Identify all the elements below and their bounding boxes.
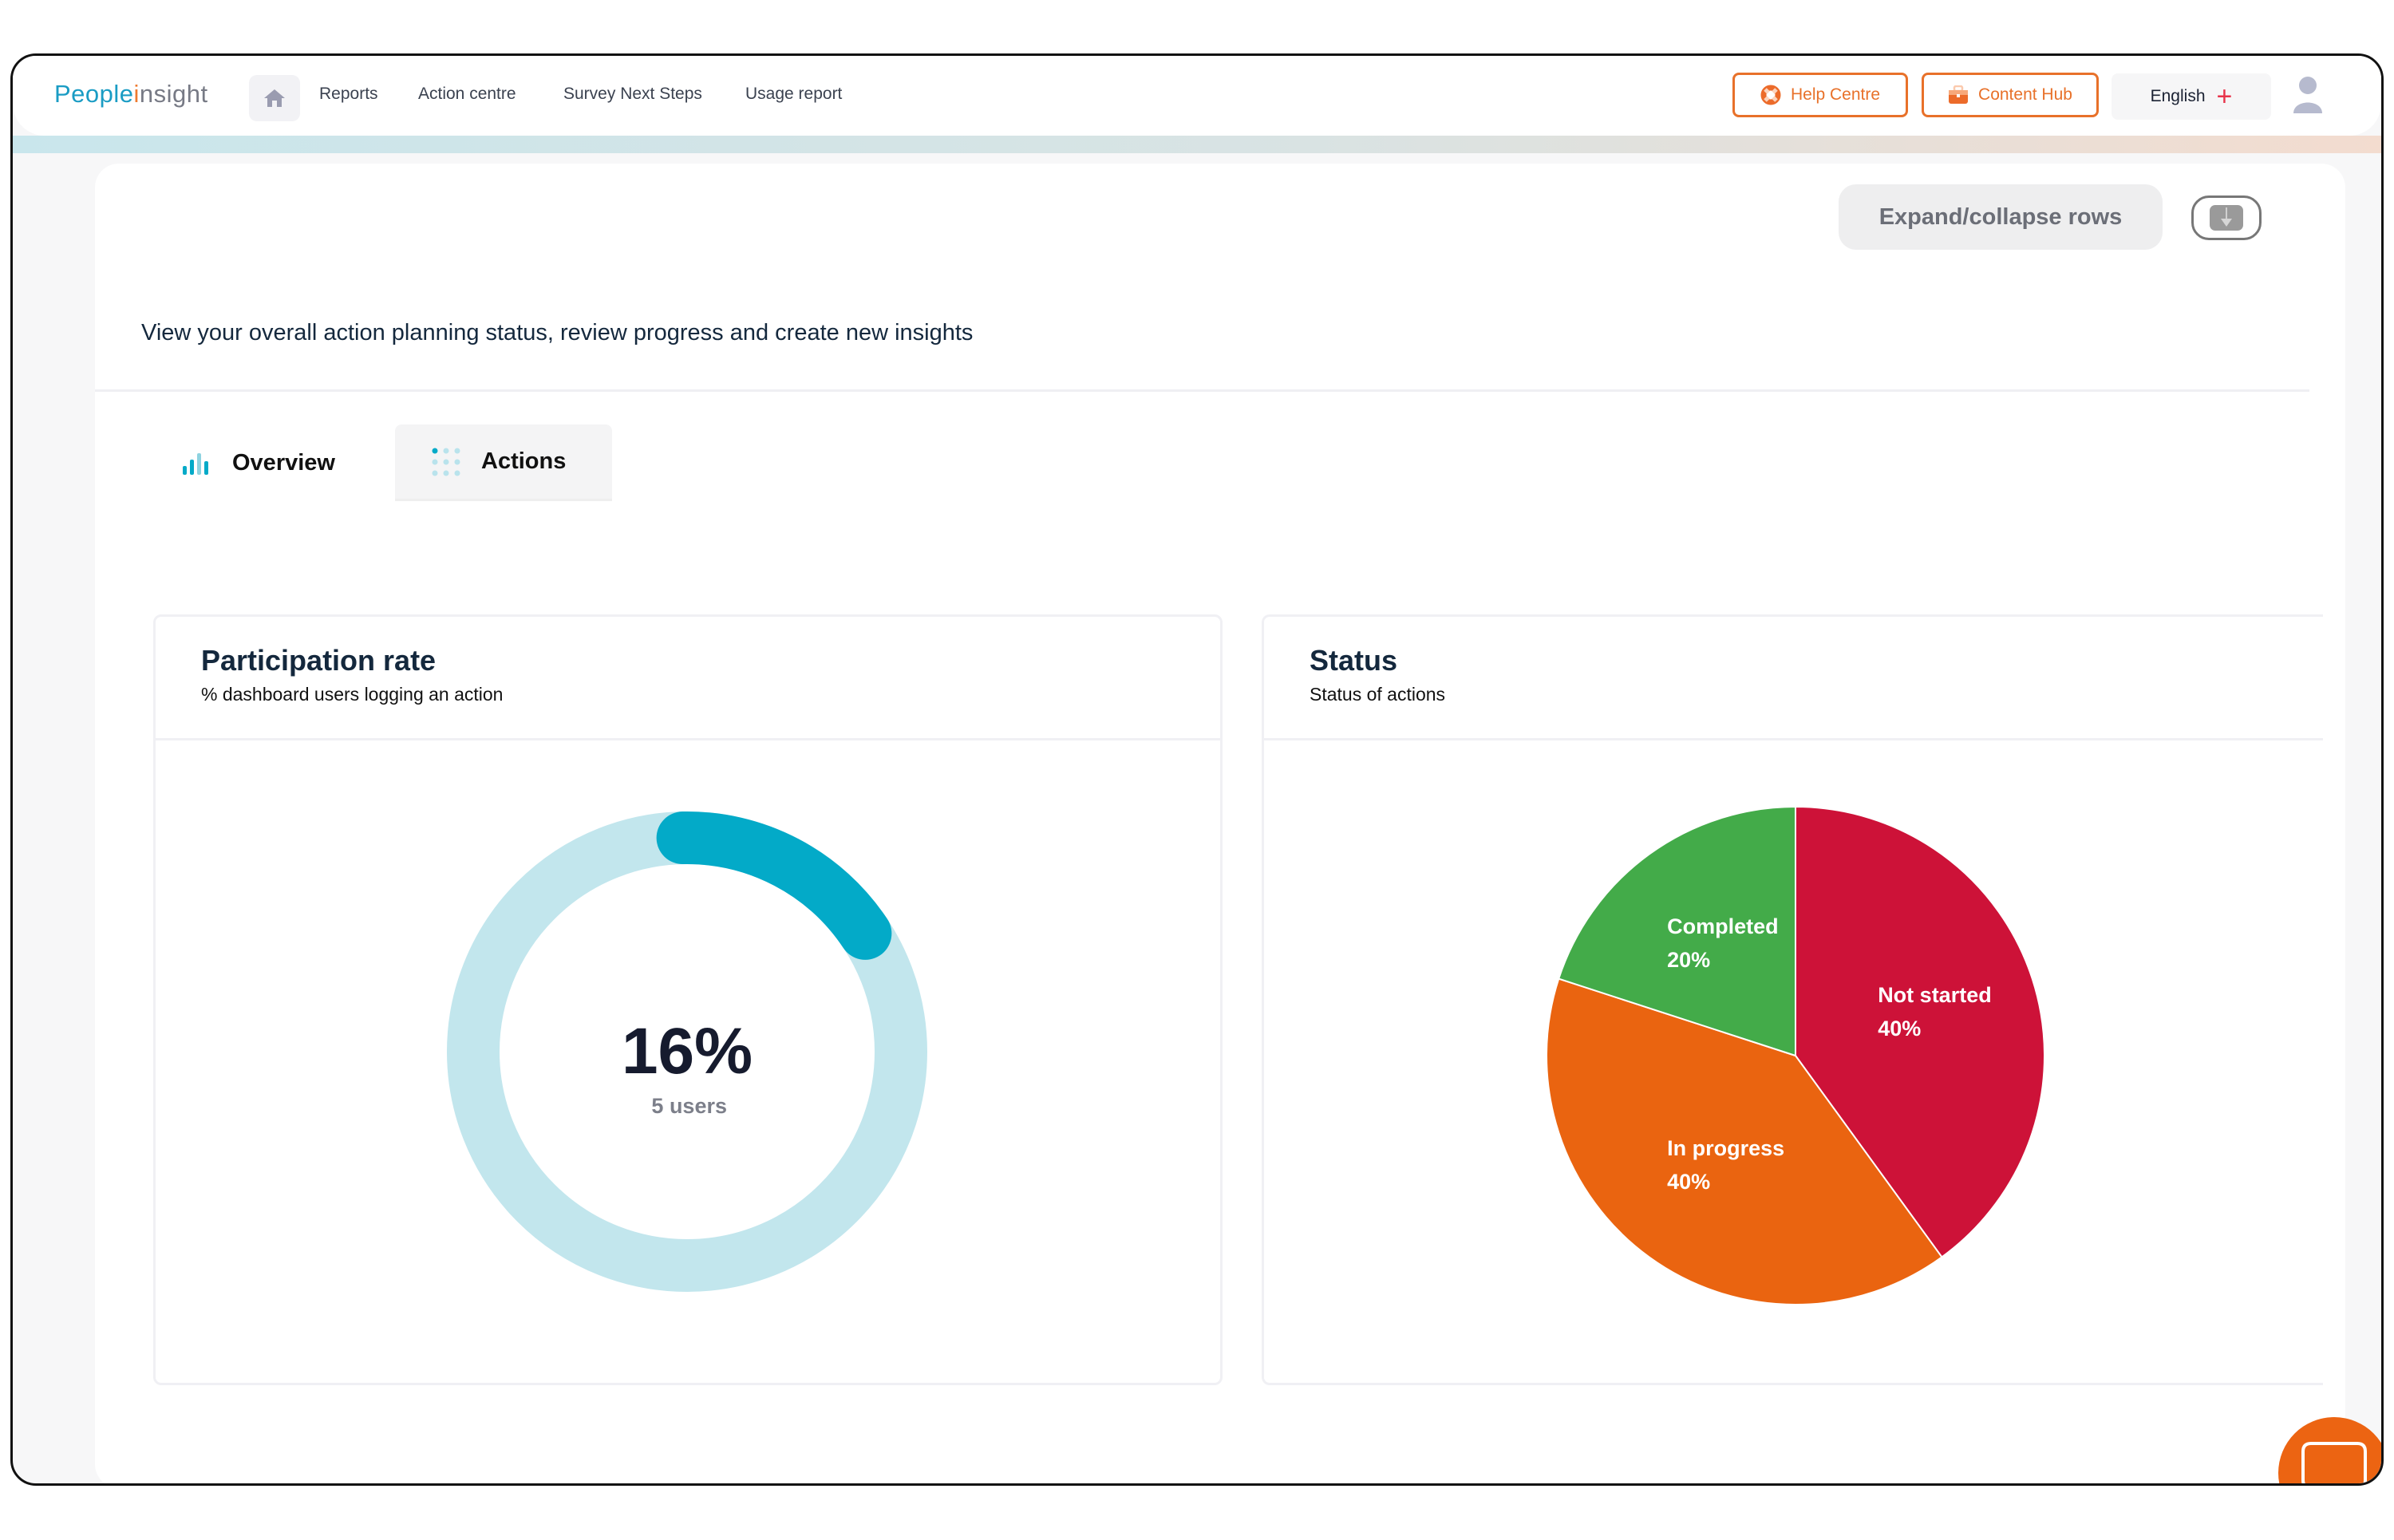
nav-link-usage-report[interactable]: Usage report [745, 85, 842, 104]
tab-overview-label: Overview [232, 449, 335, 476]
app-window: Peopleinsight Reports Action centre Surv… [10, 53, 2384, 1486]
user-avatar[interactable] [2292, 75, 2324, 119]
nav-link-action-centre[interactable]: Action centre [418, 85, 516, 104]
nav-link-reports[interactable]: Reports [319, 85, 378, 104]
top-navigation: Peopleinsight Reports Action centre Surv… [13, 56, 2381, 136]
gauge-users-label: 5 users [651, 1094, 727, 1118]
help-centre-label: Help Centre [1790, 85, 1881, 104]
header-gradient-bar [13, 136, 2381, 153]
participation-rate-card: Participation rate % dashboard users log… [153, 614, 1223, 1385]
main-panel: Expand/collapse rows View your overall a… [95, 164, 2345, 1483]
section-divider [95, 389, 2309, 392]
help-centre-button[interactable]: Help Centre [1732, 73, 1908, 117]
briefcase-icon [1949, 85, 1969, 104]
tab-actions[interactable]: Actions [395, 424, 612, 501]
participation-gauge-chart: 16% 5 users [447, 811, 927, 1292]
expand-collapse-rows-button[interactable]: Expand/collapse rows [1839, 184, 2163, 250]
language-label: English [2150, 87, 2206, 105]
pie-label-value: 40% [1878, 1017, 1921, 1040]
content-hub-button[interactable]: Content Hub [1922, 73, 2099, 117]
download-button[interactable] [2191, 195, 2262, 240]
status-title: Status [1310, 644, 1398, 677]
tab-overview[interactable]: Overview [181, 424, 373, 501]
content-hub-label: Content Hub [1978, 85, 2072, 104]
participation-subtitle: % dashboard users logging an action [201, 684, 504, 705]
pie-label-value: 20% [1667, 948, 1710, 972]
pie-label-category: Not started [1878, 983, 1992, 1007]
status-subtitle: Status of actions [1310, 684, 1446, 705]
plus-icon: + [2216, 81, 2233, 112]
lifebuoy-icon [1760, 85, 1781, 105]
chat-bubble-icon [2301, 1442, 2367, 1483]
people-insight-logo[interactable]: Peopleinsight [54, 80, 208, 109]
gauge-value-arc [656, 811, 892, 960]
pie-label-category: Completed [1667, 914, 1779, 938]
pie-label-value: 40% [1667, 1170, 1710, 1194]
home-icon [264, 89, 285, 107]
pie-label-category: In progress [1667, 1136, 1784, 1160]
language-selector[interactable]: English + [2112, 73, 2271, 120]
status-card-header: Status Status of actions [1264, 617, 2323, 740]
status-card: Status Status of actions Not started 40% I… [1262, 614, 2323, 1385]
home-button[interactable] [249, 75, 300, 121]
intro-text: View your overall action planning status… [141, 320, 974, 346]
download-icon [2210, 205, 2243, 231]
nav-link-survey-next-steps[interactable]: Survey Next Steps [563, 85, 702, 104]
user-icon [2293, 77, 2322, 113]
status-pie-chart: Not started 40% In progress 40% Completed 20% [1546, 805, 2045, 1305]
dots-grid-icon [432, 448, 460, 476]
bar-chart-icon [183, 453, 208, 475]
participation-card-header: Participation rate % dashboard users log… [156, 617, 1220, 740]
participation-title: Participation rate [201, 644, 437, 677]
gauge-value-label: 16% [622, 1015, 753, 1088]
tab-actions-label: Actions [481, 448, 567, 474]
